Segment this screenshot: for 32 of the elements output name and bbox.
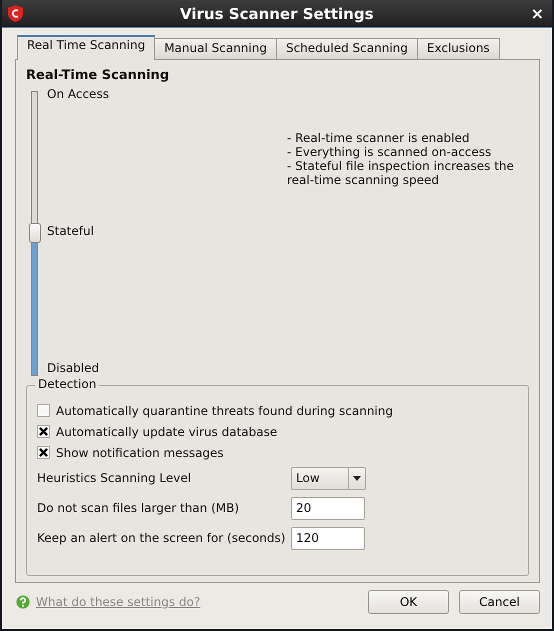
field-label: Keep an alert on the screen for (seconds) xyxy=(37,531,286,545)
checkbox-label: Automatically update virus database xyxy=(56,424,278,438)
tab[interactable]: Real Time Scanning xyxy=(17,35,156,60)
input-field[interactable]: 20 xyxy=(291,496,365,520)
help-icon xyxy=(16,595,30,609)
dialog-button[interactable]: Cancel xyxy=(459,590,540,614)
dropdown[interactable]: Low xyxy=(291,466,366,490)
window-title: Virus Scanner Settings xyxy=(179,4,375,22)
shield-icon xyxy=(8,5,23,22)
tab[interactable]: Scheduled Scanning xyxy=(276,38,418,59)
field-label: Heuristics Scanning Level xyxy=(37,471,192,485)
description-line: - Real-time scanner is enabled xyxy=(287,131,471,145)
group-title: Detection xyxy=(35,377,100,391)
checkbox-label: Automatically quarantine threats found during scanning xyxy=(56,404,393,418)
checkbox[interactable] xyxy=(37,446,50,459)
slider-label: Disabled xyxy=(47,361,100,375)
slider-label: On Access xyxy=(47,87,110,101)
slider-label: Stateful xyxy=(47,224,95,238)
checkbox[interactable] xyxy=(37,425,50,438)
close-button[interactable]: × xyxy=(530,4,544,23)
tab[interactable]: Exclusions xyxy=(416,38,500,59)
tab[interactable]: Manual Scanning xyxy=(154,38,277,59)
dialog-button[interactable]: OK xyxy=(368,590,449,614)
checkbox[interactable] xyxy=(37,404,50,417)
field-label: Do not scan files larger than (MB) xyxy=(37,501,240,515)
section-title: Real-Time Scanning xyxy=(26,68,170,83)
input-field[interactable]: 120 xyxy=(291,526,365,550)
slider-thumb[interactable] xyxy=(29,222,41,242)
description-line: - Stateful file inspection increases the real-time scanning speed xyxy=(287,159,515,187)
caret-icon xyxy=(353,476,361,480)
checkbox-label: Show notification messages xyxy=(56,446,224,460)
description-line: - Everything is scanned on-access xyxy=(287,145,492,159)
